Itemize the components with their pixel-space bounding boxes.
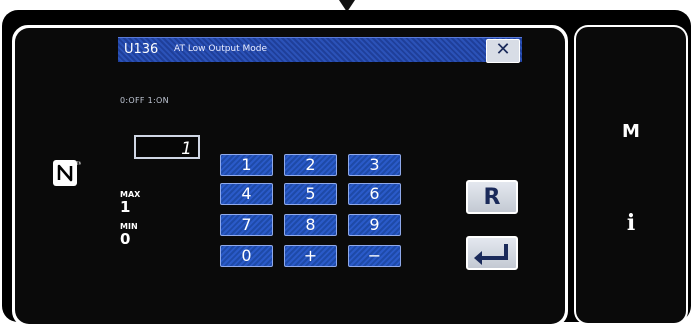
- key-3[interactable]: 3: [348, 154, 401, 176]
- close-button[interactable]: ✕: [486, 39, 520, 63]
- value-hint: 0:OFF 1:ON: [120, 96, 169, 105]
- key-8[interactable]: 8: [284, 214, 337, 236]
- title-bar: U136 AT Low Output Mode ✕: [118, 37, 522, 63]
- key-plus[interactable]: +: [284, 245, 337, 267]
- side-panel: M i: [576, 27, 686, 323]
- value-input[interactable]: 1: [134, 135, 200, 159]
- key-6[interactable]: 6: [348, 183, 401, 205]
- key-0[interactable]: 0: [220, 245, 273, 267]
- reset-button[interactable]: R: [466, 180, 518, 214]
- key-5[interactable]: 5: [284, 183, 337, 205]
- key-4[interactable]: 4: [220, 183, 273, 205]
- side-frame: M i: [574, 25, 688, 325]
- enter-button[interactable]: [466, 236, 518, 270]
- key-1[interactable]: 1: [220, 154, 273, 176]
- max-value: 1: [120, 198, 131, 216]
- value-input-text: 1: [181, 139, 192, 159]
- key-9[interactable]: 9: [348, 214, 401, 236]
- key-7[interactable]: 7: [220, 214, 273, 236]
- screen-frame: TM: [12, 25, 568, 327]
- key-minus[interactable]: −: [348, 245, 401, 267]
- close-icon: ✕: [495, 39, 511, 60]
- enter-icon: [474, 244, 508, 265]
- key-2[interactable]: 2: [284, 154, 337, 176]
- min-value: 0: [120, 230, 131, 248]
- main-screen: TM: [15, 28, 565, 324]
- parameter-title: AT Low Output Mode: [174, 44, 268, 54]
- parameter-code: U136: [124, 42, 159, 57]
- menu-button[interactable]: M: [576, 121, 686, 142]
- nfc-icon: TM: [53, 160, 81, 186]
- svg-text:TM: TM: [75, 161, 81, 166]
- info-button[interactable]: i: [576, 210, 686, 236]
